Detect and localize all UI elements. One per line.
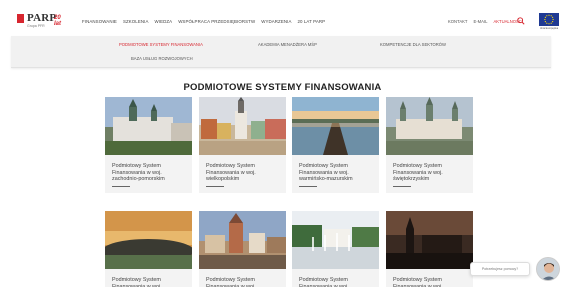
subnav-item-psf[interactable]: Podmiotowe Systemy Finansowania bbox=[119, 42, 203, 47]
card-image-poznan bbox=[199, 97, 286, 155]
card-region[interactable]: Podmiotowy System Finansowania w woj. ..… bbox=[199, 211, 286, 287]
util-email[interactable]: E-mail bbox=[473, 19, 487, 24]
util-kontakt[interactable]: Kontakt bbox=[448, 19, 467, 24]
nav-item-szkolenia[interactable]: Szkolenia bbox=[123, 19, 149, 24]
header: PARP 20 lat Grupa PFR Finansowanie Szkol… bbox=[0, 0, 565, 36]
subnav-item-kompetencje[interactable]: Kompetencje dla sektorów bbox=[380, 42, 446, 47]
logo-name: PARP bbox=[27, 12, 57, 24]
page: PARP 20 lat Grupa PFR Finansowanie Szkol… bbox=[0, 0, 565, 287]
nav-item-20-lat[interactable]: 20 lat PARP bbox=[297, 19, 325, 24]
nav-item-wspolpraca[interactable]: Współpraca przedsiębiorstw bbox=[178, 19, 255, 24]
card-title: Podmiotowy System Finansowania w woj. ..… bbox=[112, 277, 168, 287]
card-region[interactable]: Podmiotowy System Finansowania w woj. wa… bbox=[292, 97, 379, 193]
card-region[interactable]: Podmiotowy System Finansowania w woj. ..… bbox=[292, 211, 379, 287]
main-nav: Finansowanie Szkolenia Wiedza Współpraca… bbox=[82, 19, 325, 24]
card-image-szczecin bbox=[105, 97, 192, 155]
card-title: Podmiotowy System Finansowania w woj. wi… bbox=[206, 163, 256, 183]
card-region[interactable]: Podmiotowy System Finansowania w woj. wi… bbox=[199, 97, 286, 193]
card-title: Podmiotowy System Finansowania w woj. za… bbox=[112, 163, 165, 183]
card-divider bbox=[206, 186, 224, 187]
logo-mark-icon bbox=[17, 14, 24, 23]
card-image-night bbox=[386, 211, 473, 269]
card-divider bbox=[393, 186, 411, 187]
card-image-fountain bbox=[292, 211, 379, 269]
card-image-kielce bbox=[386, 97, 473, 155]
nav-item-wiedza[interactable]: Wiedza bbox=[155, 19, 173, 24]
card-region[interactable]: Podmiotowy System Finansowania w woj. ..… bbox=[386, 211, 473, 287]
eu-flag-icon bbox=[539, 13, 559, 26]
card-region[interactable]: Podmiotowy System Finansowania w woj. za… bbox=[105, 97, 192, 193]
utility-nav: Kontakt E-mail Aktualności bbox=[448, 19, 523, 24]
card-divider bbox=[112, 186, 130, 187]
card-image-lake bbox=[292, 97, 379, 155]
card-title: Podmiotowy System Finansowania w woj. wa… bbox=[299, 163, 353, 183]
logo-badge: 20 lat bbox=[54, 15, 62, 27]
page-title: PODMIOTOWE SYSTEMY FINANSOWANIA bbox=[183, 82, 382, 93]
chat-prompt-bubble[interactable]: Potrzebujesz pomocy? bbox=[470, 262, 530, 276]
card-image-torun bbox=[199, 211, 286, 269]
parp-logo[interactable]: PARP 20 lat Grupa PFR bbox=[17, 11, 69, 33]
card-title: Podmiotowy System Finansowania w woj. św… bbox=[393, 163, 443, 183]
card-title: Podmiotowy System Finansowania w woj. ..… bbox=[206, 277, 262, 287]
card-region[interactable]: Podmiotowy System Finansowania w woj. św… bbox=[386, 97, 473, 193]
card-title: Podmiotowy System Finansowania w woj. ..… bbox=[393, 277, 449, 287]
card-divider bbox=[299, 186, 317, 187]
subnav-item-akademia[interactable]: Akademia Menadżera MŚP bbox=[258, 42, 317, 47]
chat-avatar[interactable] bbox=[536, 257, 560, 281]
eu-label: Unia Europejska bbox=[539, 27, 559, 30]
logo-subtitle: Grupa PFR bbox=[27, 24, 45, 28]
card-title: Podmiotowy System Finansowania w woj. ..… bbox=[299, 277, 355, 287]
card-image-sunset bbox=[105, 211, 192, 269]
nav-item-wydarzenia[interactable]: Wydarzenia bbox=[261, 19, 291, 24]
sub-nav: Podmiotowe Systemy Finansowania Akademia… bbox=[11, 36, 551, 68]
search-icon[interactable] bbox=[517, 17, 525, 25]
subnav-item-bur[interactable]: Baza Usług Rozwojowych bbox=[131, 56, 193, 61]
card-region[interactable]: Podmiotowy System Finansowania w woj. ..… bbox=[105, 211, 192, 287]
nav-item-finansowanie[interactable]: Finansowanie bbox=[82, 19, 117, 24]
